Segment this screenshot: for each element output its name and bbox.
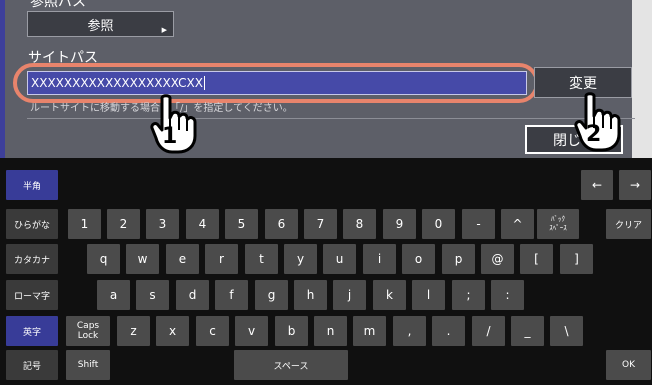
backspace-label-line1: ﾊﾞｯｸ xyxy=(551,215,565,223)
key-e[interactable]: e xyxy=(166,244,199,274)
reference-path-label: 参照パス xyxy=(30,0,86,10)
key-y[interactable]: y xyxy=(284,244,317,274)
cursor-right-key[interactable]: → xyxy=(619,170,651,200)
key-minus[interactable]: - xyxy=(462,209,495,239)
key-caret[interactable]: ^ xyxy=(501,209,534,239)
key-8[interactable]: 8 xyxy=(343,209,376,239)
key-g[interactable]: g xyxy=(255,280,288,310)
key-1[interactable]: 1 xyxy=(68,209,101,239)
divider xyxy=(27,118,635,119)
key-j[interactable]: j xyxy=(333,280,366,310)
key-7[interactable]: 7 xyxy=(304,209,337,239)
site-path-dialog: 参照パス 参照 ▶ サイトパス XXXXXXXXXXXXXXXXXXCXX 変更… xyxy=(0,0,652,158)
key-f[interactable]: f xyxy=(215,280,248,310)
key-d[interactable]: d xyxy=(176,280,209,310)
key-4[interactable]: 4 xyxy=(186,209,219,239)
key-slash[interactable]: / xyxy=(472,316,505,346)
key-h[interactable]: h xyxy=(294,280,327,310)
key-t[interactable]: t xyxy=(245,244,278,274)
key-m[interactable]: m xyxy=(353,316,386,346)
key-l[interactable]: l xyxy=(412,280,445,310)
key-x[interactable]: x xyxy=(156,316,189,346)
caps-lock-key[interactable]: Caps Lock xyxy=(66,316,110,346)
browse-button[interactable]: 参照 ▶ xyxy=(27,11,174,37)
change-button-label: 変更 xyxy=(569,75,597,92)
key-w[interactable]: w xyxy=(126,244,159,274)
key-z[interactable]: z xyxy=(117,316,150,346)
key-o[interactable]: o xyxy=(402,244,435,274)
mode-kigou-key[interactable]: 記号 xyxy=(6,350,58,380)
key-left-bracket[interactable]: [ xyxy=(520,244,553,274)
key-3[interactable]: 3 xyxy=(146,209,179,239)
key-a[interactable]: a xyxy=(97,280,130,310)
key-0[interactable]: 0 xyxy=(422,209,455,239)
dialog-right-edge xyxy=(632,0,652,158)
caps-label-line2: Lock xyxy=(77,331,99,341)
key-n[interactable]: n xyxy=(314,316,347,346)
mode-eiji-key[interactable]: 英字 xyxy=(6,316,58,346)
browse-button-label: 参照 xyxy=(87,18,114,34)
key-s[interactable]: s xyxy=(136,280,169,310)
key-colon[interactable]: : xyxy=(491,280,524,310)
step-1-hand-callout: 1 xyxy=(148,94,202,156)
key-comma[interactable]: , xyxy=(393,316,426,346)
mode-romaji-key[interactable]: ローマ字 xyxy=(6,280,58,310)
clear-key[interactable]: クリア xyxy=(606,209,651,239)
step-2-number: 2 xyxy=(586,122,602,147)
cursor-left-key[interactable]: ← xyxy=(581,170,613,200)
backspace-key[interactable]: ﾊﾞｯｸ ｽﾍﾟｰｽ xyxy=(537,209,579,239)
key-p[interactable]: p xyxy=(442,244,475,274)
input-highlight-ring xyxy=(13,63,539,103)
key-v[interactable]: v xyxy=(235,316,268,346)
dialog-accent-bar xyxy=(0,0,5,158)
mode-hankaku-key[interactable]: 半角 xyxy=(6,170,58,200)
key-u[interactable]: u xyxy=(323,244,356,274)
key-5[interactable]: 5 xyxy=(225,209,258,239)
software-keyboard: 半角 ひらがな カタカナ ローマ字 英字 記号 ← → 1 2 3 4 5 6 … xyxy=(0,158,652,385)
key-underscore[interactable]: _ xyxy=(511,316,544,346)
key-period[interactable]: . xyxy=(432,316,465,346)
key-r[interactable]: r xyxy=(205,244,238,274)
key-2[interactable]: 2 xyxy=(107,209,140,239)
step-1-number: 1 xyxy=(162,124,178,149)
shift-key[interactable]: Shift xyxy=(66,350,110,380)
key-k[interactable]: k xyxy=(373,280,406,310)
backspace-label-line2: ｽﾍﾟｰｽ xyxy=(549,224,567,232)
key-q[interactable]: q xyxy=(87,244,120,274)
mode-katakana-key[interactable]: カタカナ xyxy=(6,244,58,274)
key-right-bracket[interactable]: ] xyxy=(560,244,593,274)
caps-label-line1: Caps xyxy=(76,321,100,331)
ok-key[interactable]: OK xyxy=(606,350,651,380)
key-semicolon[interactable]: ; xyxy=(452,280,485,310)
key-i[interactable]: i xyxy=(363,244,396,274)
key-at[interactable]: @ xyxy=(481,244,514,274)
key-backslash[interactable]: \ xyxy=(550,316,583,346)
key-6[interactable]: 6 xyxy=(265,209,298,239)
key-9[interactable]: 9 xyxy=(383,209,416,239)
key-b[interactable]: b xyxy=(275,316,308,346)
mode-hiragana-key[interactable]: ひらがな xyxy=(6,209,58,239)
space-key[interactable]: スペース xyxy=(234,350,348,380)
triangle-icon: ▶ xyxy=(161,26,167,34)
step-2-hand-callout: 2 xyxy=(572,92,626,154)
key-c[interactable]: c xyxy=(196,316,229,346)
